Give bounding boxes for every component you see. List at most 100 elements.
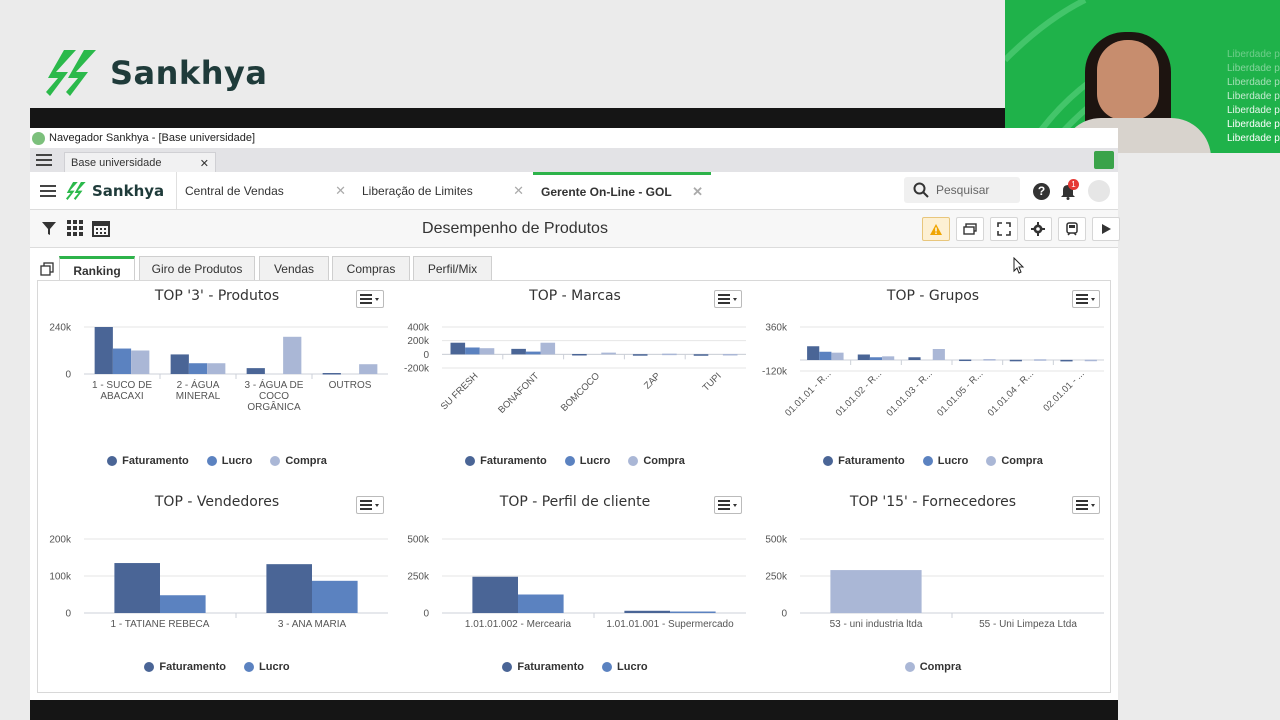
bar[interactable] [170, 354, 189, 374]
browser-tab[interactable]: Base universidade ✕ [64, 152, 216, 172]
legend-item[interactable]: Compra [904, 661, 961, 673]
avatar[interactable] [1088, 180, 1110, 202]
bar[interactable] [624, 610, 670, 613]
bar[interactable] [601, 352, 616, 355]
bar[interactable] [472, 576, 518, 613]
bar[interactable] [266, 564, 312, 613]
close-icon[interactable]: ✕ [200, 157, 209, 170]
settings-button[interactable] [1024, 217, 1052, 241]
bar[interactable] [693, 354, 709, 356]
legend-label: Lucro [579, 455, 611, 467]
copy-icon[interactable] [40, 262, 54, 276]
legend-item[interactable]: Lucro [244, 661, 290, 673]
bar[interactable] [830, 570, 922, 613]
bar[interactable] [932, 349, 945, 360]
header-brand[interactable]: Sankhya [66, 181, 164, 201]
bar[interactable] [869, 357, 883, 360]
bar[interactable] [479, 348, 495, 355]
legend-item[interactable]: Faturamento [465, 455, 547, 467]
chart-menu-button[interactable] [356, 290, 384, 308]
bar[interactable] [518, 594, 564, 614]
bar[interactable] [540, 342, 556, 355]
tab-perfil-mix[interactable]: Perfil/Mix [413, 256, 492, 281]
legend-item[interactable]: Lucro [922, 455, 968, 467]
bar[interactable] [160, 595, 206, 613]
search-input[interactable]: Pesquisar [904, 177, 1020, 203]
tab-central-de-vendas[interactable]: Central de Vendas ✕ [176, 172, 354, 209]
legend-item[interactable]: Faturamento [107, 455, 189, 467]
presentation-button[interactable] [1058, 217, 1086, 241]
browser-menu-icon[interactable] [30, 148, 58, 172]
bar[interactable] [465, 347, 480, 355]
bar[interactable] [450, 342, 466, 355]
legend-item[interactable]: Faturamento [502, 661, 584, 673]
close-icon[interactable]: ✕ [692, 184, 703, 200]
tab-liberacao-de-limites[interactable]: Liberação de Limites ✕ [354, 172, 532, 209]
notifications-bell[interactable]: 1 [1060, 179, 1079, 205]
warning-button[interactable] [922, 217, 950, 241]
tab-giro-de-produtos[interactable]: Giro de Produtos [139, 256, 255, 281]
bar[interactable] [722, 353, 738, 356]
legend-item[interactable]: Lucro [206, 455, 252, 467]
bar[interactable] [1009, 359, 1022, 362]
close-icon[interactable]: ✕ [513, 183, 524, 199]
bar[interactable] [807, 346, 820, 360]
bar[interactable] [572, 353, 587, 356]
chart-menu-button[interactable] [714, 290, 742, 308]
bar[interactable] [1060, 359, 1073, 362]
legend-item[interactable]: Faturamento [823, 455, 905, 467]
bar[interactable] [131, 350, 150, 375]
bar-chart-vendedores: 200k 100k 0 1 - TATIANE REBECA 3 - ANA MARIA [49, 535, 388, 630]
legend-item[interactable]: Lucro [564, 455, 611, 467]
chart-menu-button[interactable] [1072, 496, 1100, 514]
bar[interactable] [322, 373, 341, 375]
bar[interactable] [312, 580, 358, 613]
bar[interactable] [114, 563, 160, 613]
x-tick-label: 3 - ANA MARIA [278, 619, 347, 630]
fullscreen-button[interactable] [990, 217, 1018, 241]
tab-gerente-online[interactable]: Gerente On-Line - GOL ✕ [533, 172, 711, 209]
bar[interactable] [1084, 359, 1097, 362]
chart-menu-button[interactable] [714, 496, 742, 514]
bar[interactable] [857, 354, 870, 361]
bar[interactable] [188, 363, 208, 374]
legend-item[interactable]: Compra [628, 455, 685, 467]
bar[interactable] [283, 336, 302, 374]
close-icon[interactable]: ✕ [335, 183, 346, 199]
chart-menu-button[interactable] [1072, 290, 1100, 308]
play-button[interactable] [1092, 217, 1120, 241]
legend-item[interactable]: Faturamento [144, 661, 226, 673]
bar[interactable] [632, 354, 648, 356]
bar[interactable] [1034, 359, 1047, 361]
main-menu-icon[interactable] [32, 184, 64, 197]
legend-item[interactable]: Lucro [602, 661, 648, 673]
legend-label: Faturamento [838, 455, 905, 467]
extension-icon[interactable] [1094, 151, 1114, 169]
bar[interactable] [908, 357, 921, 360]
legend-label: Lucro [259, 661, 290, 673]
legend-item[interactable]: Compra [270, 455, 327, 467]
chart-legend: Faturamento Lucro Compra [396, 455, 754, 467]
legend-item[interactable]: Compra [986, 455, 1043, 467]
bar[interactable] [112, 348, 132, 374]
help-icon[interactable]: ? [1033, 183, 1050, 200]
bar[interactable] [246, 368, 265, 374]
bar[interactable] [525, 351, 541, 355]
bar[interactable] [359, 364, 378, 374]
bar[interactable] [831, 352, 844, 360]
bar[interactable] [670, 611, 716, 614]
tab-compras[interactable]: Compras [332, 256, 410, 281]
bar[interactable] [207, 363, 226, 374]
chart-menu-button[interactable] [356, 496, 384, 514]
bar[interactable] [819, 351, 832, 360]
windows-button[interactable] [956, 217, 984, 241]
bar[interactable] [882, 356, 895, 360]
bar[interactable] [983, 359, 996, 361]
bar[interactable] [94, 327, 113, 374]
tab-ranking[interactable]: Ranking [59, 256, 135, 282]
bar[interactable] [511, 348, 526, 355]
bar[interactable] [959, 359, 972, 362]
tab-vendas[interactable]: Vendas [259, 256, 329, 281]
bar[interactable] [662, 353, 677, 356]
y-tick-label: 250k [765, 572, 788, 583]
